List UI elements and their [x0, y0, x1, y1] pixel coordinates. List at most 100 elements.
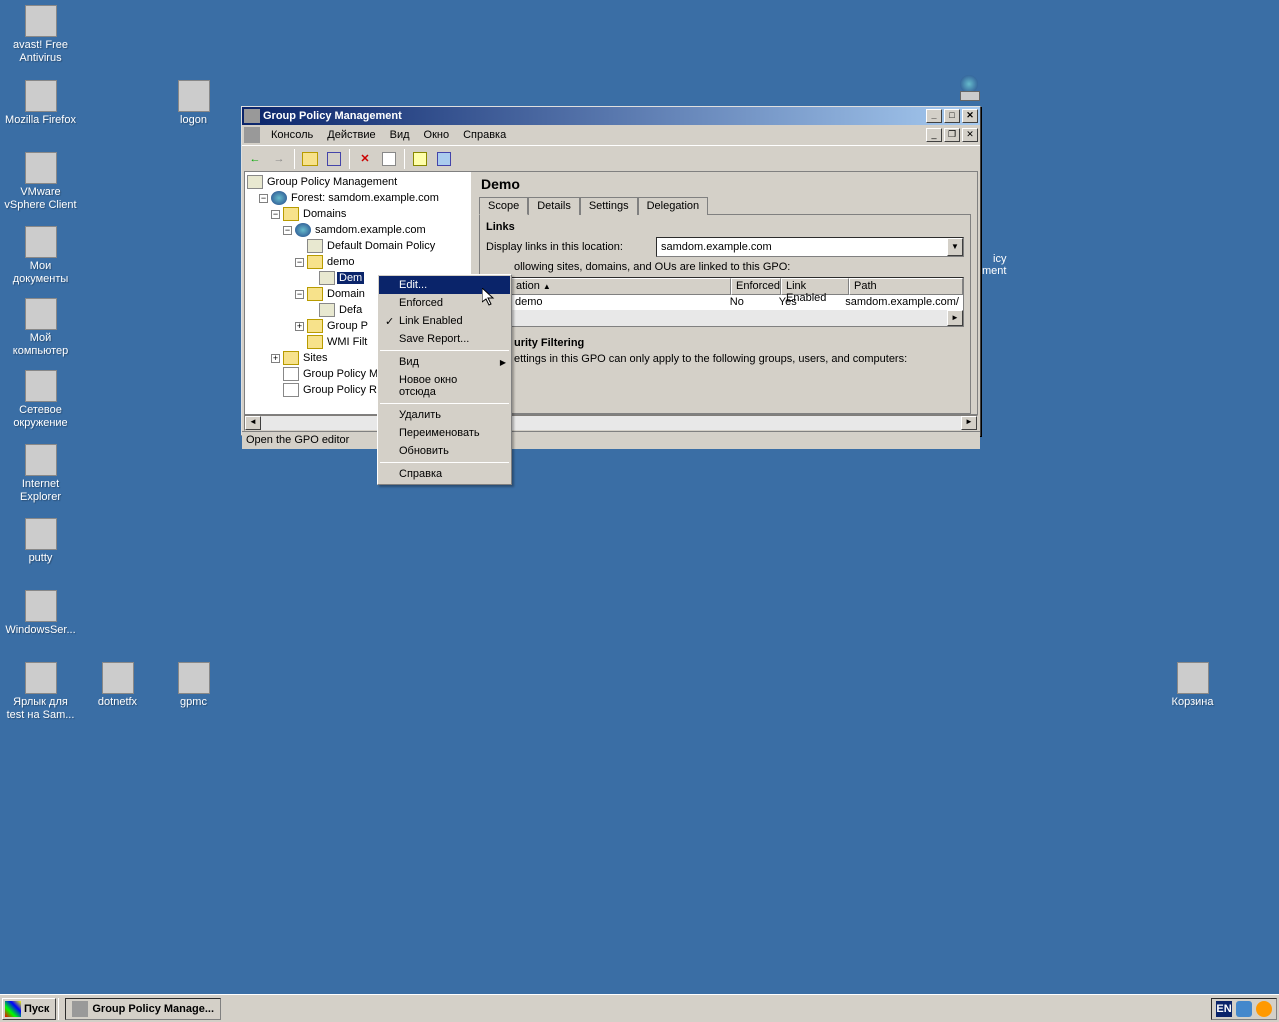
- desktop-icon[interactable]: VMware vSphere Client: [3, 152, 78, 212]
- tab-scope[interactable]: Scope: [479, 197, 528, 215]
- col-path[interactable]: Path: [849, 278, 963, 295]
- tree-demo-gpo[interactable]: Dem: [337, 272, 364, 284]
- expand-icon[interactable]: +: [295, 322, 304, 331]
- ctx-delete[interactable]: Удалить: [379, 406, 510, 424]
- help-button[interactable]: [409, 148, 431, 170]
- ctx-save-report[interactable]: Save Report...: [379, 330, 510, 348]
- tree-wmi[interactable]: WMI Filt: [325, 336, 369, 348]
- icon-label: Ярлык для test на Sam...: [3, 696, 78, 722]
- col-link-enabled[interactable]: Link Enabled: [781, 278, 849, 295]
- menu-window[interactable]: Окно: [417, 127, 457, 143]
- desktop-icon[interactable]: dotnetfx: [80, 662, 155, 709]
- desktop-icon[interactable]: logon: [156, 80, 231, 127]
- menu-action[interactable]: Действие: [320, 127, 382, 143]
- close-button[interactable]: ✕: [962, 109, 978, 123]
- menu-view[interactable]: Вид: [383, 127, 417, 143]
- system-tray[interactable]: EN: [1211, 998, 1277, 1020]
- ctx-new-window[interactable]: Новое окно отсюда: [379, 371, 510, 401]
- ctx-rename[interactable]: Переименовать: [379, 424, 510, 442]
- collapse-icon[interactable]: −: [283, 226, 292, 235]
- icon-label: WindowsSer...: [3, 624, 78, 637]
- links-grid[interactable]: ation ▲ Enforced Link Enabled Path demo …: [486, 277, 964, 327]
- network-icon[interactable]: [960, 75, 980, 101]
- tree-dc-def[interactable]: Defa: [337, 304, 364, 316]
- dropdown-icon[interactable]: ▼: [947, 238, 963, 256]
- icon-label: Internet Explorer: [3, 478, 78, 504]
- show-hide-button[interactable]: [323, 148, 345, 170]
- table-row[interactable]: demo No Yes samdom.example.com/: [487, 295, 963, 311]
- tray-icon[interactable]: [1236, 1001, 1252, 1017]
- titlebar[interactable]: Group Policy Management _ □ ✕: [242, 107, 980, 125]
- icon-label: VMware vSphere Client: [3, 186, 78, 212]
- ctx-view[interactable]: Вид: [379, 353, 510, 371]
- mdi-restore-button[interactable]: ❐: [944, 128, 960, 142]
- maximize-button[interactable]: □: [944, 109, 960, 123]
- refresh-button[interactable]: [378, 148, 400, 170]
- collapse-icon[interactable]: −: [271, 210, 280, 219]
- desktop-icon[interactable]: gpmc: [156, 662, 231, 709]
- ctx-help[interactable]: Справка: [379, 465, 510, 483]
- minimize-button[interactable]: _: [926, 109, 942, 123]
- tree-gpm[interactable]: Group Policy Mo: [301, 368, 386, 380]
- ou-icon: [307, 255, 323, 269]
- menu-help[interactable]: Справка: [456, 127, 513, 143]
- ctx-enforced[interactable]: Enforced: [379, 294, 510, 312]
- h-scrollbar[interactable]: ◄ ►: [487, 310, 963, 326]
- mdi-minimize-button[interactable]: _: [926, 128, 942, 142]
- desktop-icon[interactable]: Мой компьютер: [3, 298, 78, 358]
- desktop-icon[interactable]: avast! Free Antivirus: [3, 5, 78, 65]
- scroll-left-icon[interactable]: ◄: [245, 416, 261, 430]
- tree-root[interactable]: Group Policy Management: [265, 176, 399, 188]
- collapse-icon[interactable]: −: [259, 194, 268, 203]
- desktop-icon[interactable]: Internet Explorer: [3, 444, 78, 504]
- taskbar-task[interactable]: Group Policy Manage...: [65, 998, 221, 1020]
- desktop-icon[interactable]: putty: [3, 518, 78, 565]
- menu-console[interactable]: Консоль: [264, 127, 320, 143]
- start-button[interactable]: Пуск: [2, 998, 56, 1020]
- tab-delegation[interactable]: Delegation: [638, 197, 709, 215]
- app-icon: [178, 662, 210, 694]
- location-combo[interactable]: samdom.example.com ▼: [656, 237, 964, 257]
- details-pane: Demo Scope Details Settings Delegation L…: [473, 172, 977, 414]
- up-button[interactable]: [299, 148, 321, 170]
- expand-icon[interactable]: +: [271, 354, 280, 363]
- tree-sites[interactable]: Sites: [301, 352, 329, 364]
- desktop-icon[interactable]: Ярлык для test на Sam...: [3, 662, 78, 722]
- tree-domain[interactable]: samdom.example.com: [313, 224, 428, 236]
- col-enforced[interactable]: Enforced: [731, 278, 781, 295]
- tree-gpo[interactable]: Group P: [325, 320, 370, 332]
- desktop-icon[interactable]: Сетевое окружение: [3, 370, 78, 430]
- tree-dc[interactable]: Domain: [325, 288, 367, 300]
- collapse-icon[interactable]: −: [295, 258, 304, 267]
- app-icon: [25, 590, 57, 622]
- scroll-right-icon[interactable]: ►: [961, 416, 977, 430]
- tree-demo-ou[interactable]: demo: [325, 256, 357, 268]
- tree-ddp[interactable]: Default Domain Policy: [325, 240, 437, 252]
- mdi-close-button[interactable]: ✕: [962, 128, 978, 142]
- back-button[interactable]: ←: [244, 148, 266, 170]
- separator: [380, 403, 509, 404]
- folder-icon: [307, 319, 323, 333]
- forward-button[interactable]: →: [268, 148, 290, 170]
- ctx-edit[interactable]: Edit...: [379, 276, 510, 294]
- tray-avast-icon[interactable]: [1256, 1001, 1272, 1017]
- ctx-link-enabled[interactable]: Link Enabled: [379, 312, 510, 330]
- tab-details[interactable]: Details: [528, 197, 580, 215]
- tree-domains[interactable]: Domains: [301, 208, 348, 220]
- desktop-icon[interactable]: Мои документы: [3, 226, 78, 286]
- desktop-icon[interactable]: Mozilla Firefox: [3, 80, 78, 127]
- ctx-refresh[interactable]: Обновить: [379, 442, 510, 460]
- col-location[interactable]: ation ▲: [487, 278, 731, 295]
- options-button[interactable]: [433, 148, 455, 170]
- tree-forest[interactable]: Forest: samdom.example.com: [289, 192, 441, 204]
- lang-indicator[interactable]: EN: [1216, 1001, 1232, 1017]
- scroll-right-icon[interactable]: ►: [947, 310, 963, 326]
- desktop-icon[interactable]: Корзина: [1155, 662, 1230, 709]
- tree-gpr[interactable]: Group Policy Re: [301, 384, 385, 396]
- security-desc: ettings in this GPO can only apply to th…: [486, 353, 964, 365]
- ou-icon: [307, 287, 323, 301]
- desktop-icon[interactable]: WindowsSer...: [3, 590, 78, 637]
- tab-settings[interactable]: Settings: [580, 197, 638, 215]
- delete-button[interactable]: ✕: [354, 148, 376, 170]
- collapse-icon[interactable]: −: [295, 290, 304, 299]
